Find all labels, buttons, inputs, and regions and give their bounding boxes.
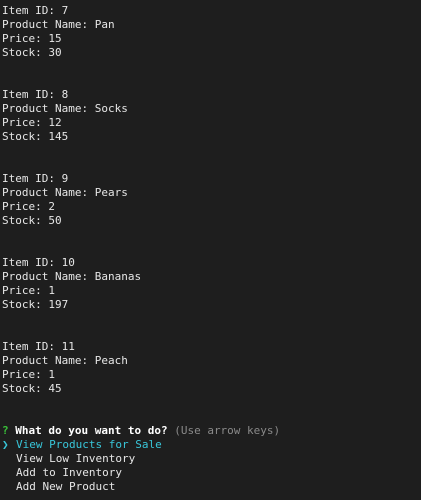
item-block: Item ID: 9 Product Name: Pears Price: 2 …	[2, 172, 421, 228]
price-line: Price: 1	[2, 368, 55, 381]
stock-line: Stock: 30	[2, 46, 62, 59]
item-id-line: Item ID: 11	[2, 340, 75, 353]
price-line: Price: 15	[2, 32, 62, 45]
prompt-hint: (Use arrow keys)	[174, 424, 281, 437]
menu-option-view-low-inventory[interactable]: View Low Inventory	[2, 452, 421, 466]
menu-option-add-new-product[interactable]: Add New Product	[2, 480, 421, 494]
blank-lines	[2, 228, 421, 256]
item-block: Item ID: 10 Product Name: Bananas Price:…	[2, 256, 421, 312]
menu-option-label: View Low Inventory	[16, 452, 136, 465]
stock-line: Stock: 197	[2, 298, 69, 311]
item-block: Item ID: 11 Product Name: Peach Price: 1…	[2, 340, 421, 396]
menu-list: ❯ View Products for Sale View Low Invento…	[2, 438, 421, 494]
stock-line: Stock: 145	[2, 130, 69, 143]
stock-line: Stock: 45	[2, 382, 62, 395]
item-id-line: Item ID: 9	[2, 172, 69, 185]
prompt-question: What do you want to do?	[15, 424, 168, 437]
prompt-line: ? What do you want to do? (Use arrow key…	[2, 424, 421, 438]
blank-lines	[2, 396, 421, 424]
menu-option-label: View Products for Sale	[16, 438, 162, 451]
blank-lines	[2, 312, 421, 340]
product-name-line: Product Name: Socks	[2, 102, 128, 115]
item-block: Item ID: 7 Product Name: Pan Price: 15 S…	[2, 4, 421, 60]
item-id-line: Item ID: 8	[2, 88, 69, 101]
price-line: Price: 1	[2, 284, 55, 297]
terminal-window: Item ID: 7 Product Name: Pan Price: 15 S…	[0, 0, 421, 500]
product-name-line: Product Name: Bananas	[2, 270, 142, 283]
item-id-line: Item ID: 7	[2, 4, 69, 17]
stock-line: Stock: 50	[2, 214, 62, 227]
item-block: Item ID: 8 Product Name: Socks Price: 12…	[2, 88, 421, 144]
pointer-icon: ❯	[2, 438, 9, 451]
menu-option-add-to-inventory[interactable]: Add to Inventory	[2, 466, 421, 480]
price-line: Price: 12	[2, 116, 62, 129]
product-name-line: Product Name: Pears	[2, 186, 128, 199]
question-mark-icon: ?	[2, 424, 9, 437]
product-name-line: Product Name: Peach	[2, 354, 128, 367]
menu-option-view-products[interactable]: ❯ View Products for Sale	[2, 438, 421, 452]
blank-lines	[2, 60, 421, 88]
product-name-line: Product Name: Pan	[2, 18, 115, 31]
blank-lines	[2, 144, 421, 172]
menu-option-label: Add New Product	[16, 480, 116, 493]
price-line: Price: 2	[2, 200, 55, 213]
item-id-line: Item ID: 10	[2, 256, 75, 269]
menu-option-label: Add to Inventory	[16, 466, 122, 479]
